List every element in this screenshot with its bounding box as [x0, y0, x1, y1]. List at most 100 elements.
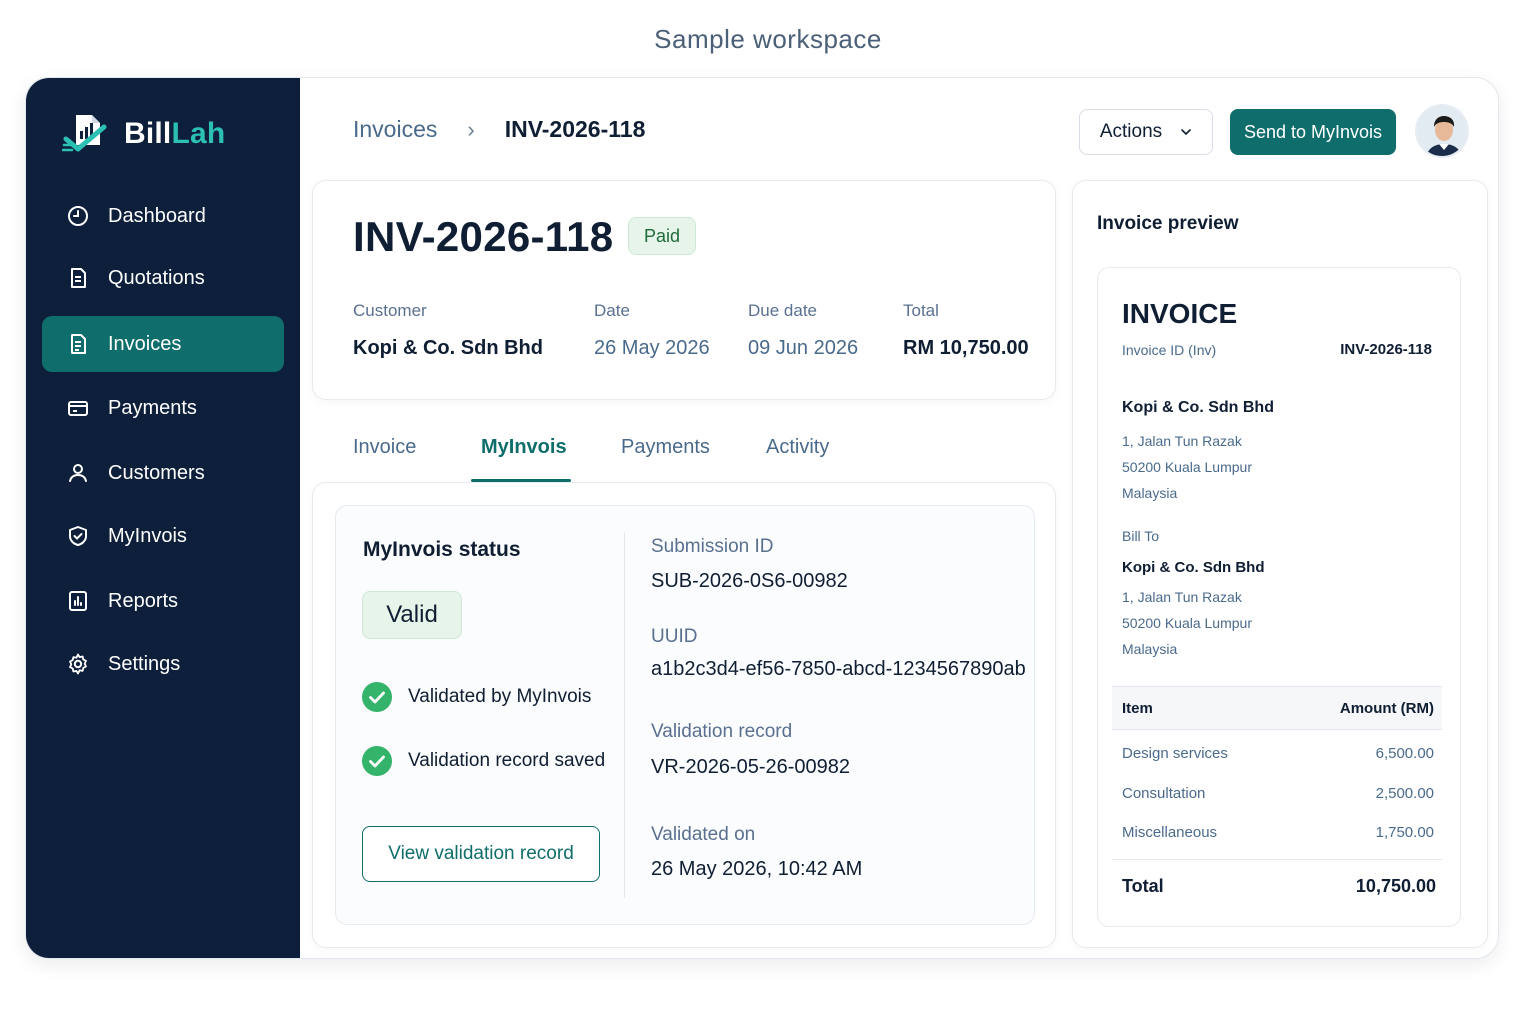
sidebar-item-settings[interactable]: Settings — [42, 636, 284, 692]
breadcrumb: Invoices › INV-2026-118 — [353, 116, 645, 143]
brand[interactable]: BillLah — [62, 108, 225, 160]
sidebar-item-label: Customers — [108, 461, 205, 484]
total-row: Total 10,750.00 — [1122, 876, 1436, 897]
validated-check-row: Validated by MyInvois — [362, 682, 591, 712]
items-table-header-row: Item Amount (RM) — [1122, 700, 1434, 717]
breadcrumb-current: INV-2026-118 — [504, 116, 646, 142]
amount-column-header: Amount (RM) — [1339, 700, 1434, 717]
invoice-preview-card: Invoice preview INVOICE Invoice ID (Inv)… — [1072, 180, 1488, 948]
item-amount: 1,750.00 — [1375, 824, 1434, 841]
sidebar-item-label: Payments — [108, 396, 197, 419]
sidebar-item-reports[interactable]: Reports — [42, 573, 284, 629]
validation-record-value: VR-2026-05-26-00982 — [651, 756, 851, 778]
sidebar-item-label: Quotations — [108, 266, 205, 289]
bar-chart-icon — [66, 589, 90, 613]
invoice-id-label: Invoice ID (Inv) — [1122, 342, 1217, 358]
item-name: Design services — [1122, 745, 1228, 762]
gear-icon — [66, 652, 90, 676]
uuid-value: a1b2c3d4-ef56-7850-abcd-1234567890ab — [651, 658, 1026, 680]
invoice-icon — [66, 332, 90, 356]
uuid-label: UUID — [651, 626, 698, 647]
submission-id-label: Submission ID — [651, 536, 774, 557]
chevron-right-icon: › — [467, 116, 475, 142]
from-address-line3: Malaysia — [1122, 485, 1178, 501]
item-name: Consultation — [1122, 785, 1206, 802]
table-row: Miscellaneous 1,750.00 — [1122, 824, 1434, 841]
invoice-preview-title: Invoice preview — [1097, 213, 1239, 234]
status-badge: Paid — [628, 217, 696, 255]
breadcrumb-invoices-link[interactable]: Invoices — [353, 116, 437, 143]
actions-dropdown-button[interactable]: Actions — [1079, 109, 1213, 155]
from-address-line1: 1, Jalan Tun Razak — [1122, 433, 1242, 449]
avatar[interactable] — [1415, 104, 1469, 158]
item-amount: 2,500.00 — [1375, 785, 1434, 802]
check-label: Validated by MyInvois — [408, 686, 592, 707]
bill-to-address-line1: 1, Jalan Tun Razak — [1122, 589, 1242, 605]
validation-record-label: Validation record — [651, 721, 793, 742]
myinvois-status-card: MyInvois status Valid Validated by MyInv… — [335, 505, 1035, 925]
sidebar-item-dashboard[interactable]: Dashboard — [42, 188, 284, 244]
customer-value: Kopi & Co. Sdn Bhd — [353, 337, 543, 359]
dashboard-icon — [66, 204, 90, 228]
tab-payments[interactable]: Payments — [621, 436, 710, 459]
credit-card-icon — [66, 396, 90, 420]
total-value: RM 10,750.00 — [903, 337, 1029, 359]
invoice-title: INV-2026-118 — [353, 213, 614, 260]
view-validation-record-button[interactable]: View validation record — [362, 826, 600, 882]
actions-label: Actions — [1099, 121, 1163, 142]
check-circle-icon — [362, 746, 392, 776]
from-address-line2: 50200 Kuala Lumpur — [1122, 459, 1252, 475]
myinvois-status-title: MyInvois status — [363, 538, 521, 561]
sidebar-item-label: Invoices — [108, 332, 182, 355]
sidebar-item-invoices[interactable]: Invoices — [42, 316, 284, 372]
document-icon — [66, 266, 90, 290]
sidebar-item-myinvois[interactable]: MyInvois — [42, 508, 284, 564]
submission-id-value: SUB-2026-0S6-00982 — [651, 570, 848, 592]
billlah-logo-icon — [62, 115, 107, 152]
sidebar-item-customers[interactable]: Customers — [42, 445, 284, 501]
shield-check-icon — [66, 524, 90, 548]
bill-to-name: Kopi & Co. Sdn Bhd — [1122, 559, 1265, 576]
page-caption: Sample workspace — [654, 24, 882, 54]
record-saved-check-row: Validation record saved — [362, 746, 605, 776]
bill-to-label: Bill To — [1122, 528, 1160, 544]
invoice-heading: INVOICE — [1122, 298, 1238, 329]
app-window: BillLah Dashboard Quotations Invoices Pa… — [25, 77, 1499, 959]
bill-to-address-line2: 50200 Kuala Lumpur — [1122, 615, 1252, 631]
customer-label: Customer — [353, 301, 427, 320]
divider — [1112, 859, 1442, 860]
table-row: Consultation 2,500.00 — [1122, 785, 1434, 802]
due-date-label: Due date — [748, 301, 817, 320]
date-label: Date — [594, 301, 630, 320]
validated-on-label: Validated on — [651, 824, 756, 845]
sidebar-item-quotations[interactable]: Quotations — [42, 250, 284, 306]
sidebar: BillLah Dashboard Quotations Invoices Pa… — [26, 78, 300, 958]
sidebar-item-label: Settings — [108, 652, 181, 675]
invoice-preview-document: INVOICE Invoice ID (Inv) INV-2026-118 Ko… — [1097, 267, 1461, 927]
invoice-id-value: INV-2026-118 — [1340, 341, 1432, 358]
invoice-summary-card: INV-2026-118 Paid Customer Kopi & Co. Sd… — [312, 180, 1056, 400]
item-name: Miscellaneous — [1122, 824, 1218, 841]
sidebar-item-label: Dashboard — [108, 204, 206, 227]
check-circle-icon — [362, 682, 392, 712]
send-to-myinvois-button[interactable]: Send to MyInvois — [1230, 109, 1396, 155]
date-value: 26 May 2026 — [594, 337, 710, 359]
sidebar-item-label: Reports — [108, 589, 179, 612]
total-label: Total — [1122, 876, 1164, 896]
total-label: Total — [903, 301, 939, 320]
valid-status-badge: Valid — [362, 591, 462, 639]
bill-to-address-line3: Malaysia — [1122, 641, 1178, 657]
total-amount: 10,750.00 — [1355, 876, 1436, 896]
myinvois-panel: MyInvois status Valid Validated by MyInv… — [312, 482, 1056, 948]
sidebar-item-payments[interactable]: Payments — [42, 380, 284, 436]
from-name: Kopi & Co. Sdn Bhd — [1122, 399, 1274, 416]
tab-myinvois[interactable]: MyInvois — [481, 436, 567, 459]
chevron-down-icon — [1181, 129, 1191, 136]
item-column-header: Item — [1122, 700, 1153, 717]
users-icon — [66, 461, 90, 485]
divider — [624, 532, 625, 898]
tab-activity[interactable]: Activity — [766, 436, 829, 459]
tab-invoice[interactable]: Invoice — [353, 436, 416, 459]
item-amount: 6,500.00 — [1375, 745, 1434, 762]
due-date-value: 09 Jun 2026 — [748, 337, 859, 359]
